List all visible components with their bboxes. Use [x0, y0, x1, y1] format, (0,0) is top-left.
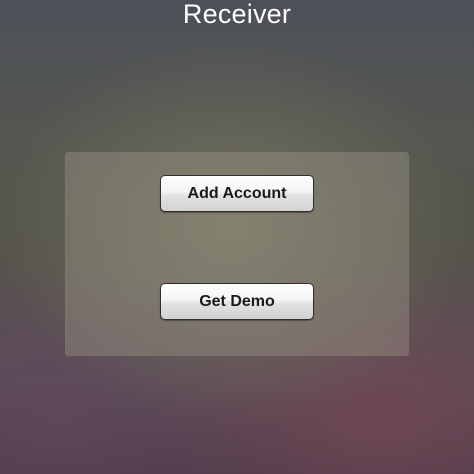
get-demo-button[interactable]: Get Demo — [160, 283, 314, 320]
account-panel: Add Account Get Demo — [65, 152, 409, 356]
page-title: Receiver — [182, 0, 292, 29]
add-account-button[interactable]: Add Account — [160, 175, 314, 212]
